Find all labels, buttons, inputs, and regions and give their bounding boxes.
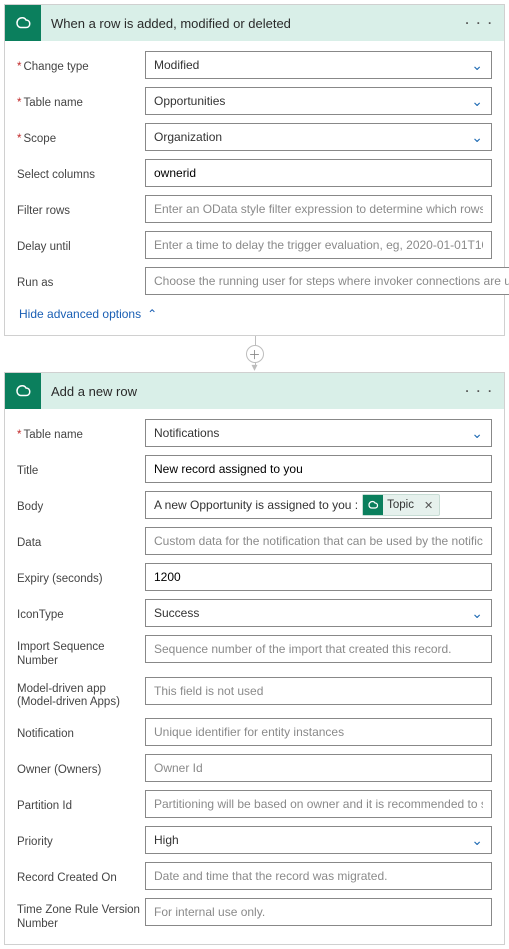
hide-advanced-toggle[interactable]: Hide advanced options ⌃: [17, 303, 159, 331]
data-field[interactable]: [154, 534, 483, 548]
notification-input[interactable]: [145, 718, 492, 746]
dataverse-icon: [5, 5, 41, 41]
table-name-label: Table name: [17, 91, 145, 111]
tzrv-field[interactable]: [154, 905, 483, 919]
hide-advanced-label: Hide advanced options: [19, 307, 141, 321]
scope-value: Organization: [154, 130, 222, 144]
record-created-label: Record Created On: [17, 866, 145, 886]
trigger-card-header[interactable]: When a row is added, modified or deleted…: [5, 5, 504, 41]
row-table-name-select[interactable]: Notifications ⌄: [145, 419, 492, 447]
record-created-field[interactable]: [154, 869, 483, 883]
model-app-input[interactable]: [145, 677, 492, 705]
trigger-menu-button[interactable]: · · ·: [465, 16, 504, 30]
notification-label: Notification: [17, 722, 145, 742]
select-columns-label: Select columns: [17, 163, 145, 183]
filter-rows-input[interactable]: [145, 195, 492, 223]
flow-connector: ＋ ▾: [4, 336, 505, 372]
dataverse-icon: [5, 373, 41, 409]
data-label: Data: [17, 531, 145, 551]
chevron-down-icon: ⌄: [471, 57, 483, 74]
action-body: Table name Notifications ⌄ Title Body A …: [5, 409, 504, 944]
partition-field[interactable]: [154, 797, 483, 811]
change-type-label: Change type: [17, 55, 145, 75]
owner-input[interactable]: [145, 754, 492, 782]
data-input[interactable]: [145, 527, 492, 555]
icontype-select[interactable]: Success ⌄: [145, 599, 492, 627]
scope-label: Scope: [17, 127, 145, 147]
priority-select[interactable]: High ⌄: [145, 826, 492, 854]
body-input[interactable]: A new Opportunity is assigned to you : T…: [145, 491, 492, 519]
chevron-down-icon: ⌄: [471, 605, 483, 622]
add-step-button[interactable]: ＋: [246, 345, 264, 363]
icontype-value: Success: [154, 606, 199, 620]
chevron-up-icon: ⌃: [147, 307, 157, 321]
import-seq-field[interactable]: [154, 642, 483, 656]
expiry-input[interactable]: [145, 563, 492, 591]
select-columns-input[interactable]: [145, 159, 492, 187]
partition-input[interactable]: [145, 790, 492, 818]
partition-label: Partition Id: [17, 794, 145, 814]
filter-rows-field[interactable]: [154, 202, 483, 216]
delay-until-label: Delay until: [17, 235, 145, 255]
action-menu-button[interactable]: · · ·: [465, 384, 504, 398]
tzrv-input[interactable]: [145, 898, 492, 926]
model-app-label: Model-driven app (Model-driven Apps): [17, 677, 145, 711]
priority-label: Priority: [17, 830, 145, 850]
run-as-select[interactable]: Choose the running user for steps where …: [145, 267, 509, 295]
import-seq-label: Import Sequence Number: [17, 635, 145, 669]
owner-field[interactable]: [154, 761, 483, 775]
title-field[interactable]: [154, 462, 483, 476]
trigger-body: Change type Modified ⌄ Table name Opport…: [5, 41, 504, 335]
chevron-down-icon: ⌄: [471, 129, 483, 146]
chevron-down-icon: ⌄: [471, 93, 483, 110]
run-as-label: Run as: [17, 271, 145, 291]
select-columns-field[interactable]: [154, 166, 483, 180]
token-label: Topic: [387, 499, 418, 511]
change-type-select[interactable]: Modified ⌄: [145, 51, 492, 79]
dataverse-token-icon: [363, 495, 383, 515]
tzrv-label: Time Zone Rule Version Number: [17, 898, 145, 932]
chevron-down-icon: ⌄: [471, 832, 483, 849]
model-app-field[interactable]: [154, 684, 483, 698]
dynamic-content-token[interactable]: Topic ✕: [362, 494, 440, 516]
record-created-input[interactable]: [145, 862, 492, 890]
expiry-label: Expiry (seconds): [17, 567, 145, 587]
title-label: Title: [17, 459, 145, 479]
token-remove-icon[interactable]: ✕: [418, 499, 439, 512]
chevron-down-icon: ⌄: [471, 425, 483, 442]
table-name-value: Opportunities: [154, 94, 225, 108]
priority-value: High: [154, 833, 179, 847]
delay-until-input[interactable]: [145, 231, 492, 259]
body-label: Body: [17, 495, 145, 515]
run-as-placeholder: Choose the running user for steps where …: [154, 274, 509, 288]
delay-until-field[interactable]: [154, 238, 483, 252]
expiry-field[interactable]: [154, 570, 483, 584]
body-text: A new Opportunity is assigned to you :: [154, 498, 358, 512]
action-card: Add a new row · · · Table name Notificat…: [4, 372, 505, 945]
action-title: Add a new row: [41, 384, 465, 399]
trigger-card: When a row is added, modified or deleted…: [4, 4, 505, 336]
row-table-name-value: Notifications: [154, 426, 219, 440]
row-table-name-label: Table name: [17, 423, 145, 443]
change-type-value: Modified: [154, 58, 199, 72]
notification-field[interactable]: [154, 725, 483, 739]
filter-rows-label: Filter rows: [17, 199, 145, 219]
icontype-label: IconType: [17, 603, 145, 623]
trigger-title: When a row is added, modified or deleted: [41, 16, 465, 31]
owner-label: Owner (Owners): [17, 758, 145, 778]
scope-select[interactable]: Organization ⌄: [145, 123, 492, 151]
import-seq-input[interactable]: [145, 635, 492, 663]
title-input[interactable]: [145, 455, 492, 483]
table-name-select[interactable]: Opportunities ⌄: [145, 87, 492, 115]
action-card-header[interactable]: Add a new row · · ·: [5, 373, 504, 409]
